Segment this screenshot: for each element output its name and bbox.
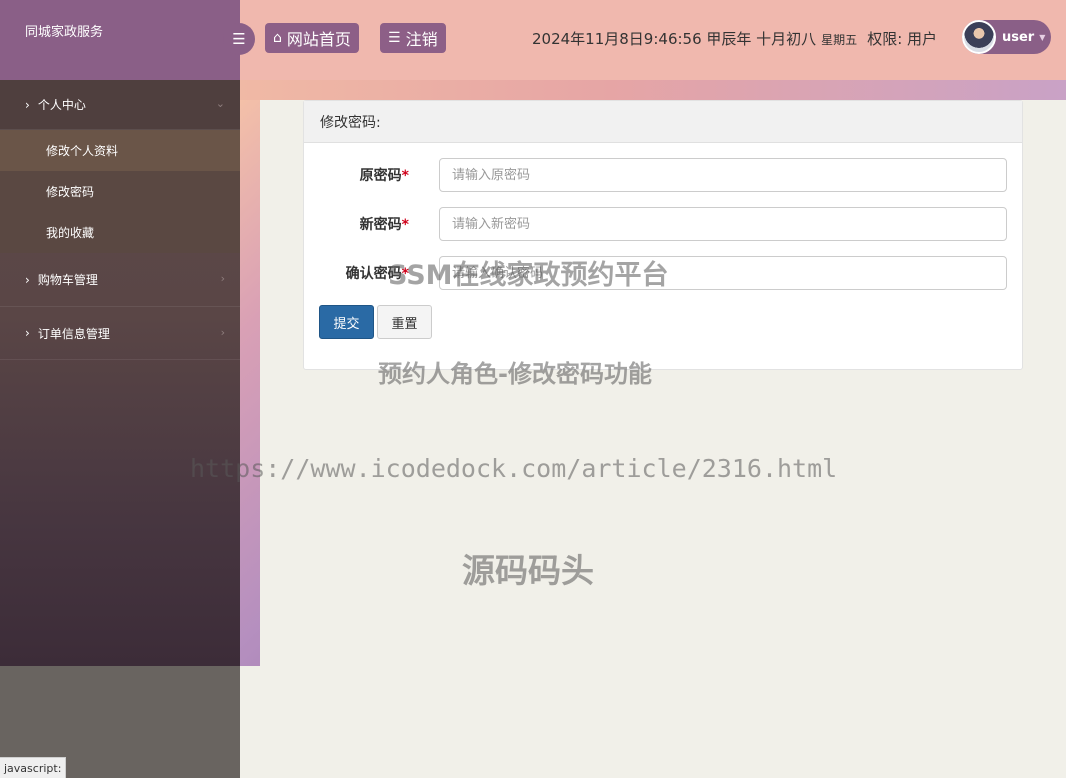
sidebar-item-label: 我的收藏 [46,226,95,240]
chevron-right-small-icon: › [220,272,225,285]
old-password-label: 原密码* [304,165,409,185]
sidebar-item-change-password[interactable]: 修改密码 [0,171,240,212]
avatar [962,20,996,54]
status-text: javascript: [4,761,62,775]
field-label-text: 确认密码 [345,266,402,282]
change-password-panel: 修改密码: 原密码* 新密码* 确认密码* 提交 重置 [303,100,1023,370]
sidebar-toggle-button[interactable]: ☰ [223,23,255,55]
weekday-text: 星期五 [821,33,858,47]
sidebar-group-personal-center[interactable]: › 个人中心 ⌄ [0,80,240,130]
caret-down-icon: ▼ [1039,32,1046,42]
required-mark: * [401,217,409,233]
user-name: user [1002,29,1035,45]
home-nav-label: 网站首页 [286,30,351,49]
sidebar: › 个人中心 ⌄ 修改个人资料 修改密码 我的收藏 › 购物车管理 › › 订单… [0,80,240,666]
sidebar-group-label: 个人中心 [37,98,86,112]
brand-title: 同城家政服务 [25,25,104,40]
form-row-new-password: 新密码* [304,207,1022,241]
content-top-strip [240,80,1066,100]
sidebar-item-label: 修改个人资料 [46,144,119,158]
user-menu[interactable]: user ▼ [962,20,1051,54]
home-icon: ⌂ [273,30,282,46]
menu-icon: ☰ [232,30,246,48]
sidebar-item-edit-profile[interactable]: 修改个人资料 [0,130,240,171]
field-label-text: 原密码 [359,168,402,184]
header-info: 2024年11月8日9:46:56 甲辰年 十月初八 星期五 权限: 用户 [532,28,937,48]
form-row-old-password: 原密码* [304,158,1022,192]
browser-status-bar: javascript: [0,757,67,778]
form-row-confirm-password: 确认密码* [304,256,1022,290]
required-mark: * [401,168,409,184]
sidebar-item-favorites[interactable]: 我的收藏 [0,212,240,253]
permission-text: 权限: 用户 [867,30,938,48]
logout-button[interactable]: ☰ 注销 [380,23,446,53]
sidebar-group-label: 购物车管理 [37,273,98,287]
top-header: 同城家政服务 ☰ ⌂ 网站首页 ☰ 注销 2024年11月8日9:46:56 甲… [0,0,1066,80]
confirm-password-label: 确认密码* [304,263,409,283]
panel-header: 修改密码: [304,101,1022,143]
panel-title: 修改密码: [320,114,381,131]
chevron-down-icon: ⌄ [215,97,225,110]
sidebar-group-cart[interactable]: › 购物车管理 › [0,253,240,307]
sidebar-group-orders[interactable]: › 订单信息管理 › [0,307,240,360]
datetime-text: 2024年11月8日9:46:56 甲辰年 十月初八 [532,30,817,48]
brand-area: 同城家政服务 [0,0,240,80]
chevron-right-icon: › [25,97,30,112]
chevron-right-icon: › [25,326,30,340]
old-password-input[interactable] [439,158,1007,192]
chevron-right-small-icon: › [220,326,225,339]
new-password-label: 新密码* [304,214,409,234]
submit-button[interactable]: 提交 [319,305,374,339]
reset-button[interactable]: 重置 [377,305,432,339]
new-password-input[interactable] [439,207,1007,241]
list-icon: ☰ [388,30,401,46]
field-label-text: 新密码 [359,217,402,233]
chevron-right-icon: › [25,272,30,287]
logout-label: 注销 [405,30,438,49]
required-mark: * [401,266,409,282]
home-nav-button[interactable]: ⌂ 网站首页 [265,23,359,53]
sidebar-item-label: 修改密码 [46,185,95,199]
confirm-password-input[interactable] [439,256,1007,290]
sidebar-group-label: 订单信息管理 [37,326,110,341]
